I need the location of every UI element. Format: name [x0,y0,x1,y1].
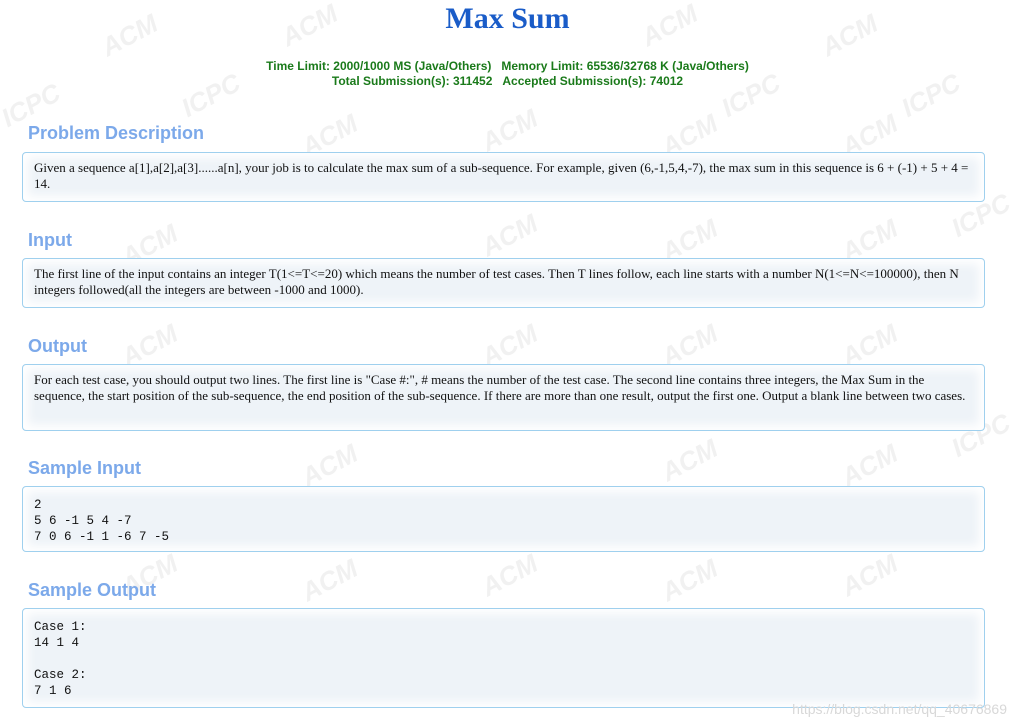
blog-url-watermark: https://blog.csdn.net/qq_40676869 [792,701,1007,717]
description-heading: Problem Description [28,123,205,143]
total-submissions: Total Submission(s): 311452 [331,74,493,88]
description-panel: Given a sequence a[1],a[2],a[3]......a[n… [22,152,985,202]
watermark-text: ACM [836,547,903,603]
watermark-text: ACM [656,552,723,608]
output-panel: For each test case, you should output tw… [22,364,985,431]
watermark-text: ACM [656,432,723,488]
watermark-text: ACM [296,437,363,493]
sample-input-heading: Sample Input [28,458,142,478]
sample-output-heading: Sample Output [28,580,157,600]
input-panel: The first line of the input contains an … [22,258,985,308]
limits-line-2: Total Submission(s): 311452 Accepted Subm… [0,74,1015,89]
watermark-text: ACM [296,552,363,608]
watermark-text: ACM [836,437,903,493]
watermark-text: ACM [476,102,543,158]
input-heading: Input [28,230,72,250]
output-heading: Output [28,336,87,356]
sample-output-panel: Case 1: 14 1 4 Case 2: 7 1 6 [22,608,985,708]
limits-line-1: Time Limit: 2000/1000 MS (Java/Others) Me… [0,59,1015,74]
memory-limit: Memory Limit: 65536/32768 K (Java/Others… [501,59,749,73]
problem-title: Max Sum [445,2,570,35]
sample-input-panel: 2 5 6 -1 5 4 -7 7 0 6 -1 1 -6 7 -5 [22,486,985,552]
accepted-submissions: Accepted Submission(s): 74012 [502,74,684,88]
watermark-text: ACM [476,207,543,263]
problem-limits: Time Limit: 2000/1000 MS (Java/Others) Me… [0,59,1015,89]
time-limit: Time Limit: 2000/1000 MS (Java/Others) [266,59,492,73]
watermark-text: ACM [476,547,543,603]
